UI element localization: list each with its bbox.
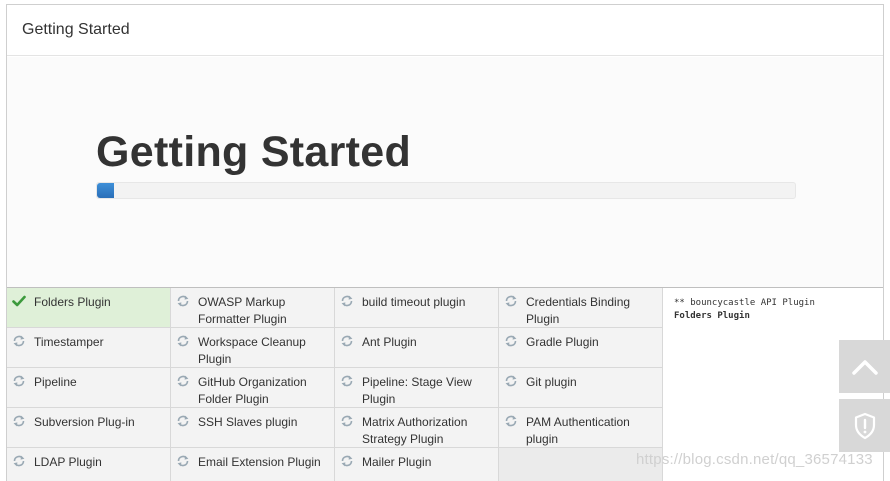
plugin-name: LDAP Plugin xyxy=(34,455,102,469)
spinner-icon xyxy=(504,374,518,388)
spinner-icon xyxy=(176,454,190,468)
spinner-icon xyxy=(340,414,354,428)
plugin-item: Folders Plugin xyxy=(7,288,171,328)
plugin-item: build timeout plugin xyxy=(335,288,499,328)
spinner-icon xyxy=(12,414,26,428)
plugin-item: OWASP Markup Formatter Plugin xyxy=(171,288,335,328)
plugin-item: Git plugin xyxy=(499,368,663,408)
spinner-icon xyxy=(504,294,518,308)
plugin-name: SSH Slaves plugin xyxy=(198,415,298,429)
spinner-icon xyxy=(504,334,518,348)
plugin-name: Git plugin xyxy=(526,375,577,389)
plugin-item: Mailer Plugin xyxy=(335,448,499,481)
install-log-line: Folders Plugin xyxy=(674,311,750,321)
spinner-icon xyxy=(340,454,354,468)
plugin-item: Pipeline: Stage View Plugin xyxy=(335,368,499,408)
plugin-item: SSH Slaves plugin xyxy=(171,408,335,448)
plugin-name: GitHub Organization Folder Plugin xyxy=(198,375,307,406)
spinner-icon xyxy=(12,454,26,468)
plugin-name: Email Extension Plugin xyxy=(198,455,321,469)
plugin-name: build timeout plugin xyxy=(362,295,466,309)
chevron-up-icon xyxy=(851,359,878,375)
plugin-item: Pipeline xyxy=(7,368,171,408)
plugin-item: Subversion Plug-in xyxy=(7,408,171,448)
shield-icon xyxy=(854,412,875,439)
setup-wizard-window: Getting Started Getting Started Folders … xyxy=(6,4,884,481)
scroll-to-top-button[interactable] xyxy=(839,340,890,393)
plugin-name: Gradle Plugin xyxy=(526,335,599,349)
install-log: ** bouncycastle API Plugin Folders Plugi… xyxy=(674,297,874,323)
page-heading: Getting Started xyxy=(96,128,412,176)
plugin-name: Folders Plugin xyxy=(34,295,111,309)
spinner-icon xyxy=(340,334,354,348)
plugin-item: PAM Authentication plugin xyxy=(499,408,663,448)
plugin-name: Subversion Plug-in xyxy=(34,415,135,429)
plugin-name: Ant Plugin xyxy=(362,335,417,349)
window-header: Getting Started xyxy=(7,5,883,56)
plugin-item: Matrix Authorization Strategy Plugin xyxy=(335,408,499,448)
spinner-icon xyxy=(176,414,190,428)
spinner-icon xyxy=(176,294,190,308)
spinner-icon xyxy=(176,334,190,348)
plugin-item: Workspace Cleanup Plugin xyxy=(171,328,335,368)
plugin-item: Email Extension Plugin xyxy=(171,448,335,481)
plugin-name: Mailer Plugin xyxy=(362,455,432,469)
plugin-name: OWASP Markup Formatter Plugin xyxy=(198,295,287,326)
window-title: Getting Started xyxy=(22,21,130,38)
security-button[interactable] xyxy=(839,399,890,452)
install-log-line: ** bouncycastle API Plugin xyxy=(674,298,815,308)
plugin-item: Timestamper xyxy=(7,328,171,368)
plugin-name: Workspace Cleanup Plugin xyxy=(198,335,306,366)
spinner-icon xyxy=(340,374,354,388)
install-progress-fill xyxy=(97,183,115,198)
spinner-icon xyxy=(340,294,354,308)
plugin-name: Credentials Binding Plugin xyxy=(526,295,631,326)
spinner-icon xyxy=(504,414,518,428)
install-progress-bar xyxy=(96,182,796,199)
plugin-name: Timestamper xyxy=(34,335,104,349)
plugin-name: Matrix Authorization Strategy Plugin xyxy=(362,415,468,446)
plugin-item: GitHub Organization Folder Plugin xyxy=(171,368,335,408)
plugin-name: PAM Authentication plugin xyxy=(526,415,630,446)
spinner-icon xyxy=(12,374,26,388)
plugin-name: Pipeline: Stage View Plugin xyxy=(362,375,472,406)
spinner-icon xyxy=(12,334,26,348)
plugin-item: Gradle Plugin xyxy=(499,328,663,368)
plugin-item: LDAP Plugin xyxy=(7,448,171,481)
check-icon xyxy=(12,294,26,308)
plugin-item: Ant Plugin xyxy=(335,328,499,368)
hero-section: Getting Started xyxy=(7,57,883,287)
plugin-name: Pipeline xyxy=(34,375,77,389)
plugin-item: Credentials Binding Plugin xyxy=(499,288,663,328)
spinner-icon xyxy=(176,374,190,388)
watermark: https://blog.csdn.net/qq_36574133 xyxy=(636,451,873,468)
